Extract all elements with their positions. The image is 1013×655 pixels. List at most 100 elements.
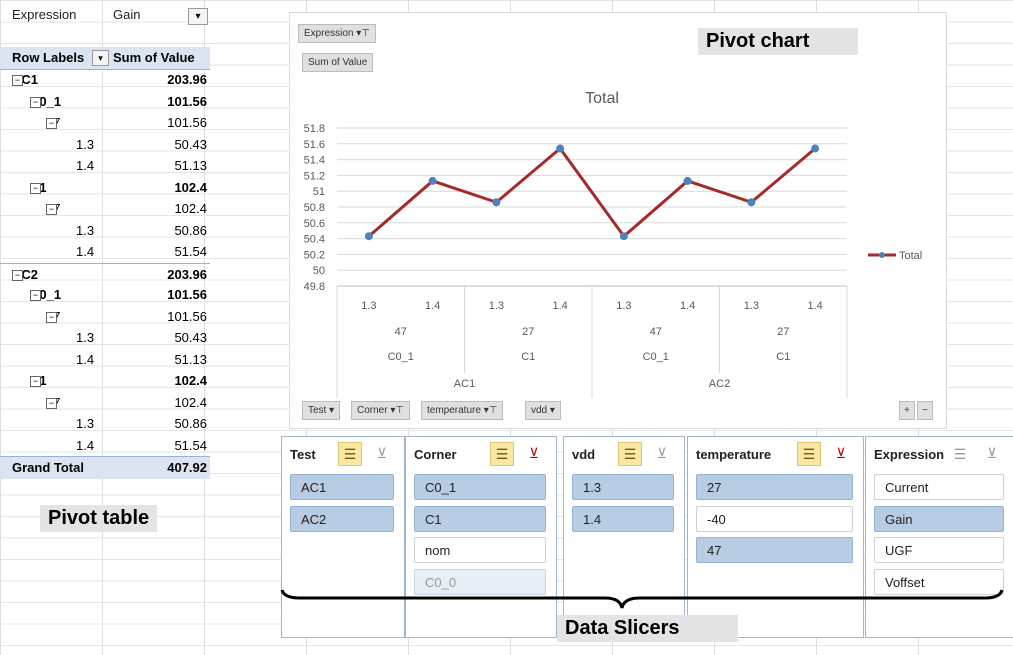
pivot-row: 1.4 51.54 bbox=[0, 241, 210, 263]
filter-applied-icon: ▾⊤ bbox=[390, 405, 405, 416]
collapse-icon[interactable]: − bbox=[12, 269, 23, 281]
slicer-item[interactable]: 1.4 bbox=[572, 505, 674, 532]
pivot-row-text: 1.3 bbox=[76, 330, 95, 345]
slicer-item[interactable]: C1 bbox=[414, 505, 546, 532]
slicer-item[interactable]: Gain bbox=[874, 505, 1004, 532]
pivot-row-label: − AC1 bbox=[12, 72, 38, 87]
data-point bbox=[683, 176, 692, 185]
pivot-row-value: 101.56 bbox=[167, 93, 207, 109]
x-tick-label: 47 bbox=[395, 326, 407, 338]
clear-filter-icon[interactable]: ⊻ bbox=[652, 443, 672, 463]
clear-filter-icon[interactable]: ⊻ bbox=[831, 443, 851, 463]
corner-field-button-label: Corner bbox=[357, 405, 388, 416]
x-tick-label: AC2 bbox=[709, 378, 730, 390]
y-tick-label: 51.8 bbox=[304, 123, 325, 135]
row-labels-filter-icon[interactable]: ▾ bbox=[92, 50, 109, 66]
collapse-icon[interactable]: − bbox=[46, 118, 57, 129]
vdd-field-button-label: vdd bbox=[531, 405, 548, 416]
pivot-row[interactable]: −27 102.4 bbox=[0, 198, 210, 220]
pivot-row-value: 102.4 bbox=[174, 201, 207, 216]
pivot-row[interactable]: −C1 102.4 bbox=[0, 177, 210, 199]
collapse-icon[interactable]: − bbox=[30, 96, 41, 108]
y-tick-label: 50.6 bbox=[304, 218, 325, 230]
pivot-row-value: 50.86 bbox=[174, 222, 207, 238]
temperature-field-button[interactable]: temperature ▾⊤ bbox=[421, 401, 504, 420]
collapse-icon[interactable]: − bbox=[30, 376, 41, 387]
pivot-row-label: 1.3 bbox=[76, 223, 94, 238]
pivot-row-text: 1.4 bbox=[76, 244, 95, 259]
pivot-row-value: 50.43 bbox=[174, 136, 207, 152]
pivot-row-value: 101.56 bbox=[167, 287, 207, 302]
row-labels-header: Row Labels bbox=[12, 50, 85, 65]
clear-filter-icon[interactable]: ⊻ bbox=[372, 443, 392, 463]
slicer-item[interactable]: UGF bbox=[874, 537, 1004, 563]
data-slicers-caption: Data Slicers bbox=[557, 615, 738, 642]
pivot-row-text: 1.4 bbox=[76, 437, 95, 453]
filter-field-value: Gain bbox=[113, 7, 141, 22]
y-tick-label: 51.2 bbox=[304, 170, 325, 182]
pivot-row-label: −47 bbox=[46, 115, 60, 130]
collapse-icon[interactable]: − bbox=[12, 75, 23, 86]
x-tick-label: C0_1 bbox=[643, 351, 669, 363]
pivot-row[interactable]: −C1 102.4 bbox=[0, 370, 210, 392]
grand-total-row: Grand Total 407.92 bbox=[0, 456, 210, 479]
slicer-item[interactable]: 1.3 bbox=[572, 474, 674, 500]
report-filter: Expression Gain ▾ bbox=[0, 3, 210, 25]
multi-select-icon[interactable]: ☰ bbox=[618, 442, 642, 466]
slicer-item[interactable]: AC2 bbox=[290, 505, 394, 532]
slicer-item[interactable]: nom bbox=[414, 537, 546, 563]
temperature-field-button-label: temperature bbox=[427, 405, 481, 416]
collapse-icon[interactable]: − bbox=[46, 397, 57, 409]
slicer-item[interactable]: 27 bbox=[696, 474, 853, 500]
pivot-row[interactable]: − C0_1 101.56 bbox=[0, 284, 210, 306]
pivot-row-value: 203.96 bbox=[167, 72, 207, 87]
slicer-item[interactable]: Current bbox=[874, 474, 1004, 500]
y-tick-label: 51.6 bbox=[304, 139, 325, 151]
slicer-item[interactable]: AC1 bbox=[290, 474, 394, 500]
x-tick-label: 1.3 bbox=[361, 300, 376, 312]
corner-field-button[interactable]: Corner ▾⊤ bbox=[351, 401, 411, 420]
filter-dropdown-icon[interactable]: ▾ bbox=[188, 8, 208, 25]
pivot-row[interactable]: − AC2 203.96 bbox=[0, 262, 210, 286]
slicer-title: Corner bbox=[414, 447, 457, 462]
pivot-row-label: 1.3 bbox=[76, 416, 94, 431]
multi-select-icon[interactable]: ☰ bbox=[797, 442, 821, 466]
multi-select-icon[interactable]: ☰ bbox=[338, 442, 362, 466]
x-tick-label: C1 bbox=[521, 351, 535, 363]
pivot-row-value: 50.86 bbox=[174, 416, 207, 431]
filter-field-label: Expression bbox=[12, 7, 77, 22]
test-field-button[interactable]: Test ▾ bbox=[302, 401, 341, 420]
multi-select-icon[interactable]: ☰ bbox=[948, 442, 972, 466]
slicer-item[interactable]: 47 bbox=[696, 537, 853, 563]
expand-field-button[interactable]: + bbox=[899, 401, 915, 420]
collapse-icon[interactable]: − bbox=[30, 182, 41, 194]
pivot-row[interactable]: −47 101.56 bbox=[0, 112, 210, 134]
dropdown-arrow-icon: ▾ bbox=[549, 405, 555, 416]
slicer-item[interactable]: C0_1 bbox=[414, 474, 546, 500]
pivot-row[interactable]: − C0_1 101.56 bbox=[0, 91, 210, 113]
clear-filter-icon[interactable]: ⊻ bbox=[982, 443, 1002, 463]
pivot-row: 1.3 50.86 bbox=[0, 413, 210, 435]
vdd-field-button[interactable]: vdd ▾ bbox=[525, 401, 561, 420]
pivot-row[interactable]: −27 102.4 bbox=[0, 392, 210, 414]
slicers-bracket bbox=[280, 589, 1004, 609]
collapse-icon[interactable]: − bbox=[46, 204, 57, 215]
pivot-row-value: 102.4 bbox=[174, 373, 207, 388]
data-point bbox=[747, 198, 756, 207]
pivot-chart[interactable]: Expression ▾⊤ Sum of Value Total 49.8 50 50… bbox=[289, 12, 947, 429]
slicer-item[interactable]: -40 bbox=[696, 505, 853, 532]
pivot-row-text: 1.4 bbox=[76, 351, 95, 367]
clear-filter-icon[interactable]: ⊻ bbox=[524, 443, 544, 463]
pivot-row[interactable]: − AC1 203.96 bbox=[0, 69, 210, 91]
pivot-row-text: 1.3 bbox=[76, 136, 95, 152]
multi-select-icon[interactable]: ☰ bbox=[490, 442, 514, 466]
collapse-icon[interactable]: − bbox=[46, 311, 57, 323]
pivot-row: 1.4 51.13 bbox=[0, 155, 210, 177]
pivot-row[interactable]: −47 101.56 bbox=[0, 306, 210, 328]
collapse-icon[interactable]: − bbox=[30, 290, 41, 301]
pivot-row-label: 1.4 bbox=[76, 158, 94, 173]
collapse-field-button[interactable]: − bbox=[917, 401, 933, 420]
filter-applied-icon: ▾⊤ bbox=[483, 405, 498, 416]
sum-of-value-header: Sum of Value bbox=[113, 50, 195, 65]
pivot-row: 1.3 50.86 bbox=[0, 220, 210, 242]
